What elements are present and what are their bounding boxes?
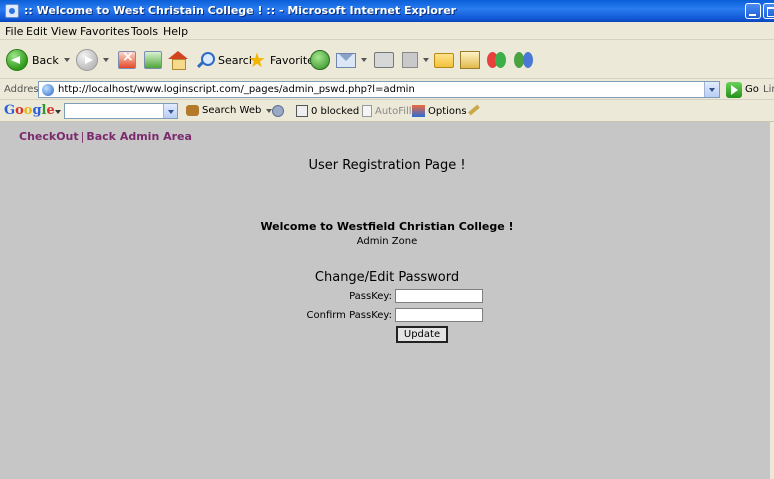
admin-nav-links: CheckOut | Back Admin Area bbox=[19, 130, 192, 143]
blocked-count: 0 blocked bbox=[311, 105, 360, 117]
options-button[interactable]: Options bbox=[412, 105, 467, 117]
autofill-button[interactable]: AutoFill bbox=[362, 105, 412, 117]
back-button[interactable]: Back bbox=[6, 47, 70, 73]
back-arrow-icon bbox=[6, 49, 28, 71]
address-dropdown-icon[interactable] bbox=[704, 82, 719, 97]
back-dropdown-icon[interactable] bbox=[63, 58, 70, 62]
refresh-icon bbox=[144, 51, 162, 69]
menu-edit[interactable]: Edit bbox=[26, 25, 47, 38]
popup-blocker-icon bbox=[296, 105, 308, 117]
address-bar: Address http://localhost/www.loginscript… bbox=[0, 80, 774, 100]
mail-icon bbox=[336, 52, 356, 68]
menu-tools[interactable]: Tools bbox=[131, 25, 158, 38]
maximize-button[interactable] bbox=[763, 3, 774, 19]
highlight-button[interactable] bbox=[468, 104, 480, 116]
stop-icon bbox=[118, 49, 136, 69]
google-logo-letter: g bbox=[32, 103, 42, 118]
page-content: CheckOut | Back Admin Area User Registrati… bbox=[0, 122, 774, 479]
favorites-button[interactable]: ★ Favorites bbox=[248, 47, 320, 73]
mail-button[interactable] bbox=[336, 47, 367, 73]
print-button[interactable] bbox=[374, 47, 394, 73]
google-logo[interactable]: Google bbox=[4, 103, 55, 118]
refresh-button[interactable] bbox=[144, 47, 162, 73]
forward-arrow-icon bbox=[76, 49, 98, 71]
menu-favorites[interactable]: Favorites bbox=[80, 25, 130, 38]
google-search-dropdown-icon[interactable] bbox=[163, 104, 177, 118]
options-label: Options bbox=[428, 105, 467, 117]
highlighter-pen-icon bbox=[468, 104, 480, 116]
news-button[interactable] bbox=[272, 105, 284, 117]
folder-button[interactable] bbox=[434, 47, 454, 73]
confirm-passkey-label: Confirm PassKey: bbox=[306, 310, 393, 321]
welcome-heading: Welcome to Westfield Christian College ! bbox=[260, 220, 514, 233]
stop-button[interactable] bbox=[118, 47, 136, 73]
home-button[interactable] bbox=[168, 47, 188, 73]
update-button[interactable]: Update bbox=[396, 326, 448, 343]
options-icon bbox=[412, 105, 425, 117]
buddy-button[interactable] bbox=[514, 47, 534, 73]
research-button[interactable] bbox=[460, 47, 480, 73]
menu-view[interactable]: View bbox=[51, 25, 77, 38]
search-web-label: Search Web bbox=[202, 105, 262, 116]
autofill-icon bbox=[362, 105, 372, 117]
buddy-icon bbox=[514, 51, 534, 69]
passkey-field[interactable] bbox=[395, 289, 483, 303]
title-bar: :: Welcome to West Christain College ! :… bbox=[0, 0, 774, 22]
autofill-label: AutoFill bbox=[375, 105, 412, 117]
search-web-button[interactable]: Search Web bbox=[186, 105, 273, 116]
back-admin-area-link[interactable]: Back Admin Area bbox=[86, 130, 192, 143]
back-label: Back bbox=[32, 53, 59, 67]
history-icon bbox=[310, 50, 330, 70]
search-icon bbox=[196, 51, 215, 69]
messenger-button[interactable] bbox=[486, 47, 508, 73]
go-arrow-icon[interactable] bbox=[726, 82, 742, 98]
form-title: Change/Edit Password bbox=[314, 270, 460, 285]
page-title: User Registration Page ! bbox=[308, 158, 466, 173]
edit-dropdown-icon[interactable] bbox=[423, 58, 429, 62]
google-toolbar: Google Search Web 0 blocked AutoFill Opt… bbox=[0, 101, 774, 122]
news-icon bbox=[272, 105, 284, 117]
address-input[interactable]: http://localhost/www.loginscript.com/_pa… bbox=[38, 81, 720, 98]
menu-help[interactable]: Help bbox=[163, 25, 188, 38]
binoculars-icon bbox=[186, 105, 199, 116]
history-button[interactable] bbox=[310, 47, 330, 73]
standard-toolbar: Back Search ★ Favorites bbox=[0, 41, 774, 79]
ie-app-icon[interactable] bbox=[5, 4, 19, 18]
folder-icon bbox=[434, 52, 454, 68]
popup-blocker-button[interactable]: 0 blocked bbox=[296, 105, 359, 117]
forward-dropdown-icon[interactable] bbox=[103, 58, 109, 62]
links-label[interactable]: Lin bbox=[763, 84, 774, 95]
google-logo-letter: o bbox=[15, 103, 24, 118]
messenger-icon bbox=[486, 50, 508, 70]
checkout-link[interactable]: CheckOut bbox=[19, 130, 79, 143]
window-title: :: Welcome to West Christain College ! :… bbox=[24, 4, 457, 17]
edit-button[interactable] bbox=[402, 47, 429, 73]
home-icon bbox=[168, 51, 188, 70]
content-right-edge bbox=[770, 122, 774, 479]
google-logo-letter: G bbox=[4, 103, 16, 118]
google-menu-dropdown-icon[interactable] bbox=[55, 110, 61, 114]
google-logo-letter: e bbox=[46, 103, 55, 118]
minimize-button[interactable] bbox=[745, 3, 761, 19]
search-button[interactable]: Search bbox=[196, 47, 256, 73]
forward-button[interactable] bbox=[76, 47, 109, 73]
confirm-passkey-field[interactable] bbox=[395, 308, 483, 322]
star-icon: ★ bbox=[248, 48, 266, 72]
print-icon bbox=[374, 52, 394, 68]
menu-file[interactable]: File bbox=[5, 25, 23, 38]
page-icon bbox=[42, 84, 54, 96]
address-url[interactable]: http://localhost/www.loginscript.com/_pa… bbox=[58, 84, 415, 95]
google-search-input[interactable] bbox=[64, 103, 178, 119]
admin-zone-label: Admin Zone bbox=[356, 236, 418, 247]
passkey-label: PassKey: bbox=[349, 291, 392, 302]
edit-icon bbox=[402, 52, 418, 68]
research-icon bbox=[460, 51, 480, 69]
content-left-edge bbox=[0, 122, 10, 479]
mail-dropdown-icon[interactable] bbox=[361, 58, 367, 62]
menu-bar: File Edit View Favorites Tools Help bbox=[0, 22, 774, 40]
go-button[interactable]: Go bbox=[745, 84, 759, 95]
